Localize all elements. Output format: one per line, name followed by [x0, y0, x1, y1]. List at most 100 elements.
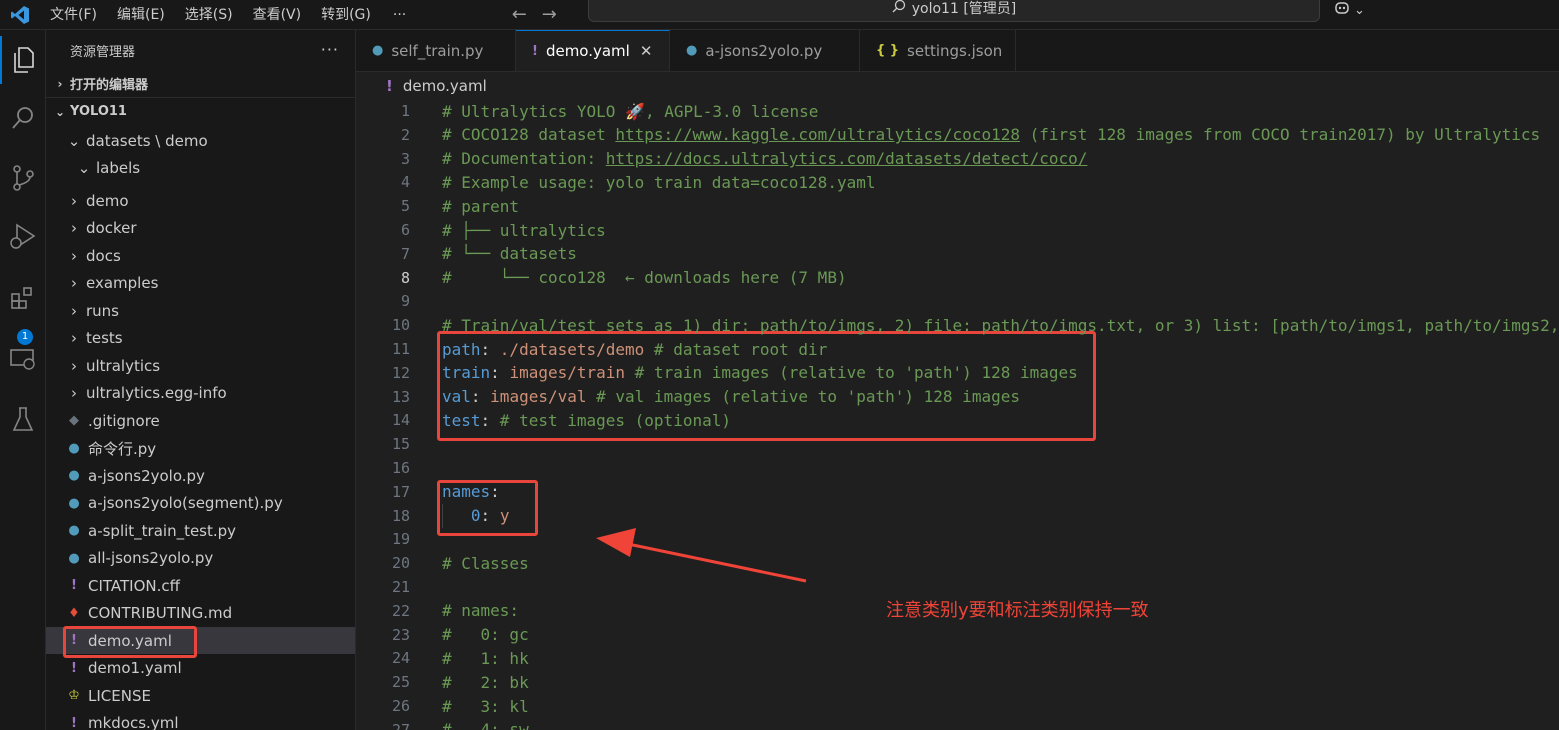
- chevron-right-icon: ›: [71, 274, 77, 292]
- tree-folder[interactable]: ⌄ labels: [46, 155, 355, 182]
- breadcrumb-file[interactable]: demo.yaml: [403, 77, 487, 95]
- editor-tab[interactable]: { } settings.json: [860, 30, 1016, 71]
- menu-item[interactable]: 查看(V): [243, 0, 312, 30]
- tree-file[interactable]: ! CITATION.cff: [46, 572, 355, 599]
- tree-folder[interactable]: › docs: [46, 242, 355, 269]
- tree-folder[interactable]: ⌄ datasets \ demo: [46, 127, 355, 154]
- line-number: 8: [400, 268, 410, 287]
- code-text: # Ultralytics YOLO 🚀, AGPL-3.0 license: [442, 102, 818, 121]
- tree-folder[interactable]: › ultralytics.egg-info: [46, 380, 355, 407]
- line-number: 6: [400, 221, 410, 239]
- code-text: # COCO128 dataset https://www.kaggle.com…: [442, 125, 1540, 144]
- tree-file[interactable]: ● a-jsons2yolo(segment).py: [46, 490, 355, 517]
- editor-tab[interactable]: ! demo.yaml ✕: [516, 30, 670, 71]
- menu-item[interactable]: 选择(S): [175, 0, 243, 30]
- tree-item-label: a-jsons2yolo(segment).py: [88, 494, 283, 512]
- tree-file[interactable]: ● a-jsons2yolo.py: [46, 462, 355, 489]
- menu-item[interactable]: 编辑(E): [107, 0, 175, 30]
- tree-folder[interactable]: › demo: [46, 187, 355, 214]
- code-text: # Classes: [442, 554, 529, 573]
- back-arrow-icon[interactable]: ←: [504, 4, 534, 25]
- annotation-note: 注意类别y要和标注类别保持一致: [886, 600, 1149, 621]
- run-debug-icon[interactable]: [0, 212, 46, 260]
- tree-item-label: ultralytics: [86, 356, 161, 375]
- tree-file[interactable]: ● all-jsons2yolo.py: [46, 545, 355, 572]
- breadcrumb: ! demo.yaml: [356, 72, 1559, 100]
- code-text: # names:: [442, 601, 519, 620]
- tree-file[interactable]: ♔ LICENSE: [46, 682, 355, 709]
- code-token: # dataset root dir: [644, 339, 828, 359]
- open-editors-section[interactable]: › 打开的编辑器: [46, 70, 355, 98]
- code-line: 2 # COCO128 dataset https://www.kaggle.co…: [356, 123, 1559, 147]
- python-file-icon: ●: [68, 523, 80, 538]
- code-editor[interactable]: 1 # Ultralytics YOLO 🚀, AGPL-3.0 license 2…: [356, 99, 1559, 730]
- tree-item-label: runs: [86, 301, 119, 320]
- code-text: train: images/train # train images (rela…: [442, 363, 1078, 382]
- sidebar-header: 资源管理器 ···: [46, 30, 355, 70]
- code-token: # └── datasets: [442, 244, 577, 264]
- chevron-right-icon: ›: [71, 301, 77, 320]
- tree-folder[interactable]: › docker: [46, 215, 355, 242]
- menu-item[interactable]: 文件(F): [40, 0, 107, 30]
- project-label: YOLO11: [70, 104, 127, 119]
- menu-item[interactable]: 转到(G): [311, 0, 381, 30]
- code-token[interactable]: https://docs.ultralytics.com/datasets/de…: [606, 149, 1088, 168]
- tree-file[interactable]: ! mkdocs.yml: [46, 710, 355, 730]
- menu-bar: 文件(F) 编辑(E) 选择(S) 查看(V) 转到(G): [40, 0, 381, 30]
- explorer-icon[interactable]: [0, 36, 46, 84]
- source-control-icon[interactable]: [0, 154, 46, 202]
- chevron-right-icon: ›: [71, 191, 77, 210]
- code-text: # Documentation: https://docs.ultralytic…: [442, 149, 1087, 168]
- forward-arrow-icon[interactable]: →: [534, 4, 564, 25]
- line-number: 13: [391, 387, 410, 406]
- extensions-icon[interactable]: [0, 274, 46, 322]
- testing-flask-icon[interactable]: [0, 396, 46, 444]
- menu-more-button[interactable]: ···: [381, 0, 418, 30]
- editor-tab[interactable]: ● a-jsons2yolo.py: [670, 30, 860, 71]
- project-section[interactable]: ⌄ YOLO11: [46, 98, 355, 125]
- code-line: 16: [356, 456, 1559, 480]
- tree-item-label: docker: [86, 219, 137, 237]
- tree-folder[interactable]: › tests: [46, 325, 355, 352]
- close-icon[interactable]: ✕: [640, 42, 653, 60]
- code-line: 13 val: images/val # val images (relative…: [356, 385, 1559, 409]
- code-text: # Train/val/test sets as 1) dir: path/to…: [442, 316, 1559, 335]
- tree-file[interactable]: ♦ CONTRIBUTING.md: [46, 600, 355, 627]
- line-number: 14: [391, 411, 410, 430]
- command-center-search[interactable]: yolo11 [管理员]: [588, 0, 1320, 22]
- tree-file[interactable]: ● a-split_train_test.py: [46, 517, 355, 544]
- code-line: 6 # ├── ultralytics: [356, 218, 1559, 242]
- code-line: 14 test: # test images (optional): [356, 408, 1559, 432]
- code-token: y: [499, 506, 510, 526]
- chevron-down-icon: ⌄: [54, 104, 66, 119]
- tree-file[interactable]: ! demo1.yaml: [46, 655, 355, 682]
- search-icon[interactable]: [0, 94, 46, 142]
- code-line: 9: [356, 289, 1559, 313]
- line-number: 11: [391, 340, 410, 358]
- editor-tab[interactable]: ● self_train.py: [356, 30, 516, 71]
- line-number: 26: [391, 697, 410, 715]
- tree-folder[interactable]: › runs: [46, 297, 355, 324]
- open-editors-label: 打开的编辑器: [70, 78, 149, 93]
- python-file-icon: ●: [686, 43, 698, 58]
- tab-label: self_train.py: [391, 41, 484, 60]
- tree-item-label: datasets \ demo: [86, 131, 208, 150]
- editor-tab-bar: ● self_train.py! demo.yaml ✕ ● a-jsons2yolo.p…: [356, 30, 1559, 72]
- remote-explorer-icon[interactable]: [0, 336, 46, 384]
- code-token: # Train/val/test sets as 1) dir: path/to…: [442, 315, 1559, 335]
- tree-item-label: a-split_train_test.py: [88, 521, 237, 540]
- tree-folder[interactable]: › ultralytics: [46, 352, 355, 379]
- line-number: 5: [400, 197, 410, 216]
- tree-folder[interactable]: › examples: [46, 270, 355, 297]
- sidebar-title: 资源管理器: [70, 44, 136, 60]
- account-menu[interactable]: ⌄: [1334, 0, 1365, 20]
- code-token: :: [490, 363, 510, 383]
- sidebar-more-button[interactable]: ···: [321, 40, 339, 59]
- python-file-icon: ●: [68, 468, 80, 483]
- tree-file[interactable]: ◆ .gitignore: [46, 407, 355, 434]
- tree-item-label: demo: [86, 191, 129, 210]
- code-token[interactable]: https://www.kaggle.com/ultralytics/coco1…: [615, 125, 1020, 144]
- tree-file[interactable]: ● 命令行.py: [46, 435, 355, 462]
- line-number: 2: [400, 125, 410, 144]
- code-token: train: [442, 363, 491, 383]
